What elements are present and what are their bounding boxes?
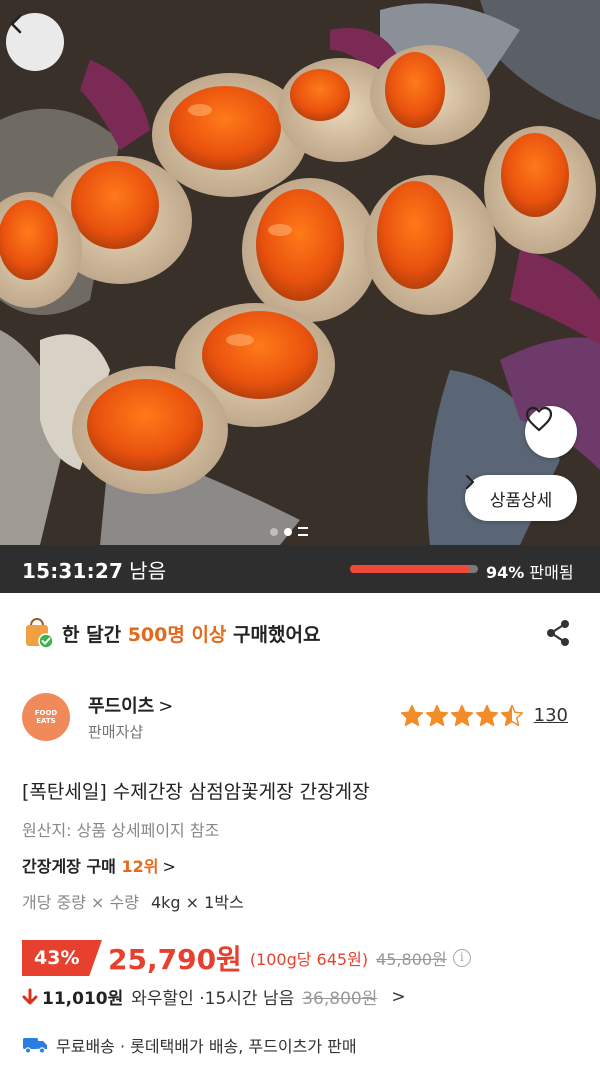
wishlist-button[interactable]: [525, 406, 577, 458]
product-image-carousel[interactable]: 상품상세: [0, 0, 600, 545]
rank-value: 12위: [121, 857, 159, 876]
price-row: 43% 25,790원 (100g당 645원) 45,800원 i: [22, 938, 471, 978]
back-button[interactable]: [6, 13, 64, 71]
purchase-count-banner: 한 달간 500명 이상 구매했어요: [22, 612, 578, 654]
deal-timer-bar: 15:31:27 남음 94% 판매됨: [0, 545, 600, 593]
heart-outline-icon: [525, 406, 553, 432]
star-full-icon: [425, 704, 448, 727]
carousel-dot-active: [284, 527, 292, 536]
product-detail-button[interactable]: 상품상세: [465, 475, 577, 521]
seller-logo-text: FOOD: [34, 709, 58, 717]
chevron-right-icon: [466, 475, 474, 489]
rank-label: 간장게장 구매: [22, 857, 116, 876]
option-label: 개당 중량 × 수량: [22, 893, 139, 912]
countdown-suffix: 남음: [129, 558, 167, 583]
crab-photo: [0, 0, 600, 545]
product-detail-label: 상품상세: [489, 490, 553, 511]
purchase-count-text: 한 달간 500명 이상 구매했어요: [62, 620, 320, 647]
wow-time-left: 15시간 남음: [204, 989, 295, 1009]
sold-percent: 94%: [486, 563, 525, 582]
share-icon[interactable]: [544, 618, 572, 648]
review-count-link[interactable]: 130: [534, 705, 568, 726]
chevron-right-icon: >: [158, 696, 174, 717]
carousel-more-icon: [298, 527, 308, 536]
unit-price: (100g당 645원): [249, 950, 369, 969]
delivery-truck-icon: [23, 1038, 47, 1054]
product-title: [폭탄세일] 수제간장 삼점암꽃게장 간장게장: [22, 781, 370, 803]
original-price: 45,800원: [376, 950, 447, 969]
star-full-icon: [400, 704, 423, 727]
discount-badge: 43%: [22, 940, 102, 976]
seller-logo-text: EATS: [36, 717, 56, 725]
star-half-icon: [500, 704, 523, 727]
sale-price: 25,790원: [108, 943, 242, 976]
chevron-right-icon: >: [162, 857, 176, 876]
countdown: 15:31:27 남음: [22, 555, 166, 584]
rating[interactable]: 130: [400, 704, 568, 727]
seller-subtitle: 판매자샵: [88, 723, 144, 741]
shipping-text: 무료배송 · 롯데택배가 배송, 푸드이츠가 판매: [56, 1037, 357, 1056]
carousel-dot: [270, 527, 278, 536]
wow-discount-label: 와우할인 ·: [131, 989, 205, 1009]
seller-logo[interactable]: FOOD EATS: [22, 693, 70, 741]
shopping-bag-check-icon: [26, 617, 54, 649]
seller-name-link[interactable]: 푸드이츠 >: [88, 692, 173, 718]
wow-original-price: 36,800원: [302, 989, 378, 1009]
star-rating: [400, 704, 524, 727]
product-origin: 원산지: 상품 상세페이지 참조: [22, 821, 220, 840]
sold-status: 94% 판매됨: [486, 559, 574, 583]
product-option: 개당 중량 × 수량 4kg × 1박스: [22, 889, 244, 913]
star-full-icon: [475, 704, 498, 727]
shipping-row: 무료배송 · 롯데택배가 배송, 푸드이츠가 판매: [22, 1033, 357, 1057]
sold-progress-fill: [350, 565, 471, 573]
sold-progress-bar: [350, 565, 478, 573]
sold-label: 판매됨: [529, 563, 574, 582]
wow-discount-amount: 11,010원: [42, 989, 124, 1009]
purchase-count-suffix: 구매했어요: [233, 623, 321, 646]
chevron-right-icon: >: [391, 986, 406, 1007]
seller-name: 푸드이츠: [88, 696, 155, 717]
carousel-indicator: [270, 527, 308, 536]
down-arrow-icon: [22, 988, 38, 1004]
option-value: 4kg × 1박스: [150, 893, 244, 912]
purchase-count-prefix: 한 달간: [62, 623, 122, 646]
category-rank-link[interactable]: 간장게장 구매 12위 >: [22, 853, 176, 877]
info-icon[interactable]: i: [452, 949, 471, 967]
star-full-icon: [450, 704, 473, 727]
countdown-time: 15:31:27: [22, 558, 124, 583]
back-chevron-icon: [10, 14, 22, 34]
wow-discount-row[interactable]: 11,010원 와우할인 · 15시간 남음 36,800원 >: [22, 984, 406, 1009]
seller-row: FOOD EATS 푸드이츠 > 판매자샵 130: [22, 690, 578, 746]
purchase-count-value: 500명 이상: [127, 623, 227, 646]
